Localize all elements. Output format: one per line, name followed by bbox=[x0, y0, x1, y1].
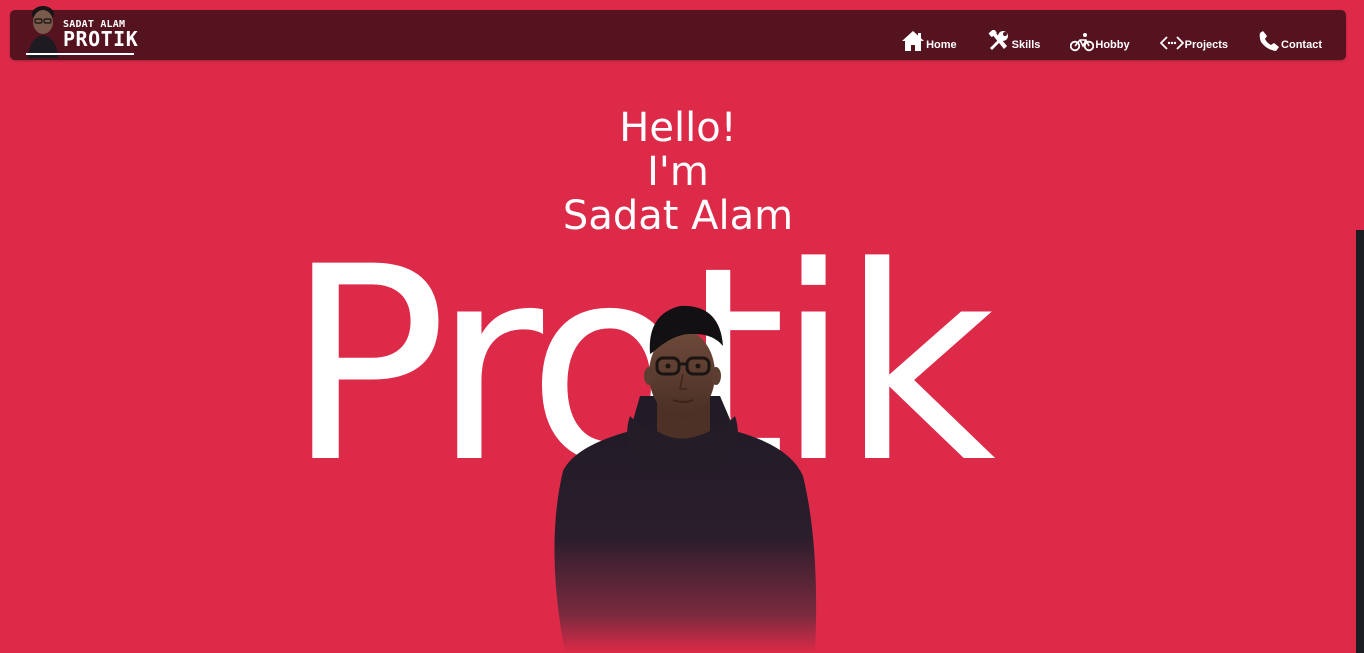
nav-item-contact[interactable]: Contact bbox=[1258, 30, 1322, 52]
nav-item-home[interactable]: Home bbox=[901, 30, 957, 52]
nav-label-home: Home bbox=[926, 39, 957, 51]
nav-label-skills: Skills bbox=[1011, 39, 1041, 51]
navbar: SADAT ALAM PROTIK Home Skills Hobby Proj… bbox=[10, 6, 1346, 60]
scrollbar[interactable] bbox=[1356, 230, 1364, 653]
phone-icon bbox=[1259, 31, 1280, 51]
portrait-avatar-icon bbox=[28, 6, 58, 58]
nav-item-hobby[interactable]: Hobby bbox=[1070, 32, 1130, 52]
bicycle-icon bbox=[1070, 33, 1095, 52]
nav-item-skills[interactable]: Skills bbox=[987, 30, 1041, 52]
brand-logo[interactable]: SADAT ALAM PROTIK bbox=[26, 2, 156, 60]
nav-links: Home Skills Hobby Projects Contact bbox=[901, 22, 1322, 52]
code-arrows-icon bbox=[1159, 36, 1184, 50]
page: SADAT ALAM PROTIK Home Skills Hobby Proj… bbox=[0, 0, 1364, 653]
home-icon bbox=[902, 31, 925, 51]
nav-label-projects: Projects bbox=[1184, 39, 1229, 51]
portrait-photo bbox=[554, 305, 817, 653]
tools-icon bbox=[988, 30, 1008, 50]
nav-label-hobby: Hobby bbox=[1095, 39, 1130, 51]
nav-item-projects[interactable]: Projects bbox=[1159, 34, 1229, 52]
hero-im: I'm bbox=[647, 149, 709, 195]
brand-last-name: PROTIK bbox=[63, 27, 139, 51]
nav-label-contact: Contact bbox=[1281, 39, 1322, 51]
hero-greeting: Hello! bbox=[619, 105, 737, 151]
brand-underline bbox=[26, 53, 134, 55]
